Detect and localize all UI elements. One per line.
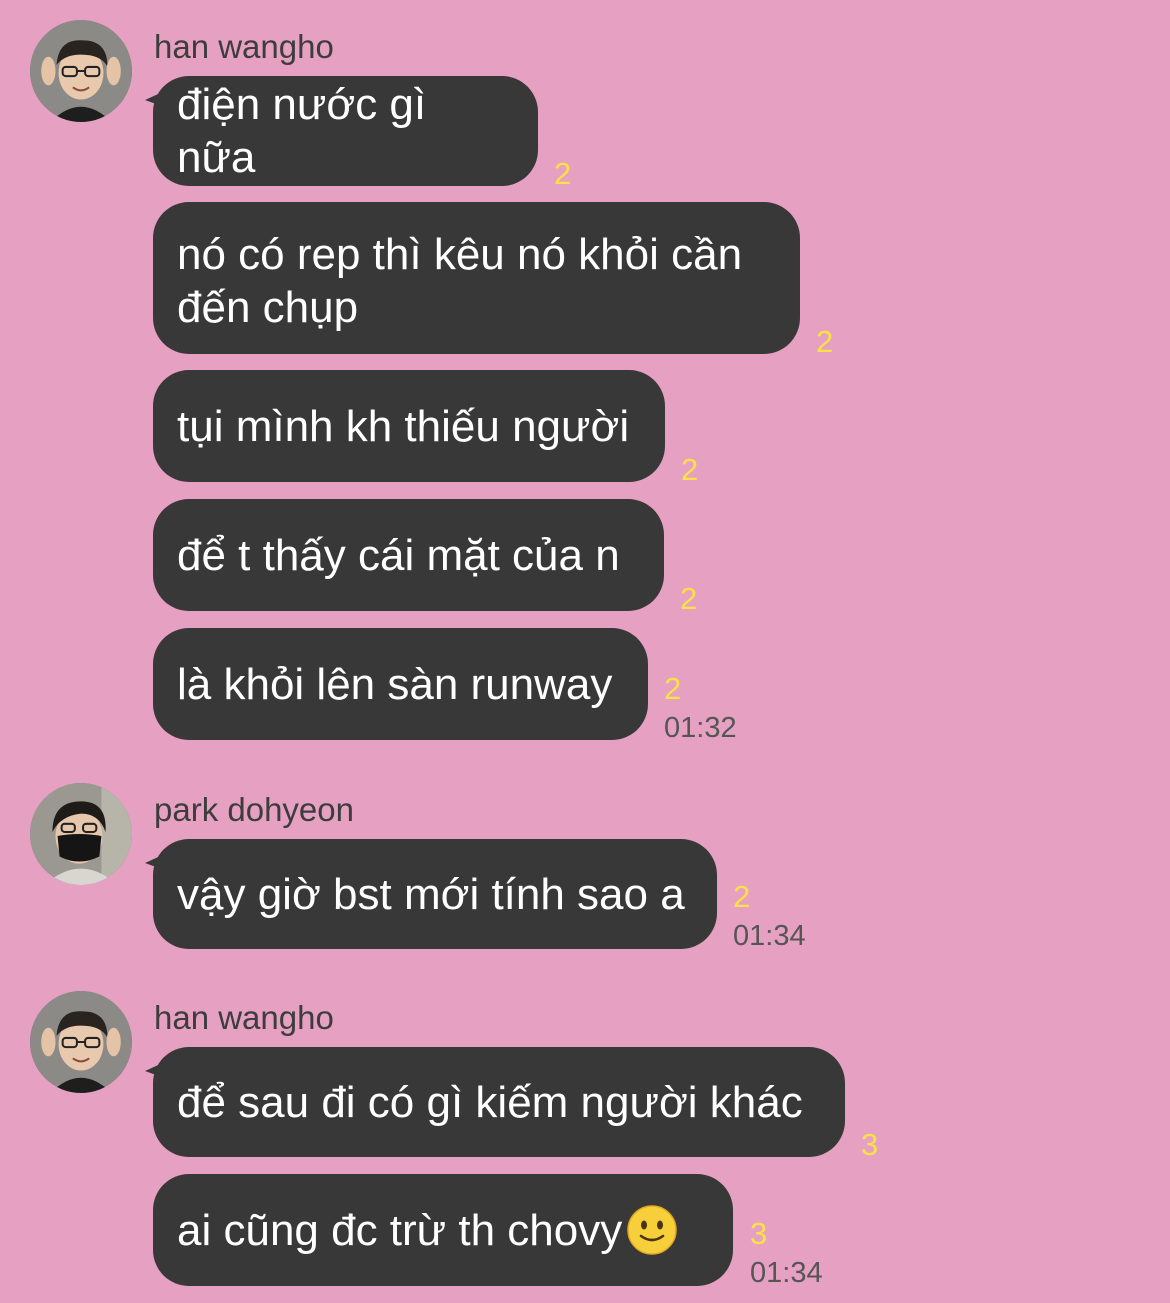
read-count: 2 — [680, 581, 698, 616]
avatar-han-wangho-icon — [30, 991, 132, 1093]
message-text: điện nước gì nữa — [177, 80, 427, 182]
read-count: 3 — [861, 1127, 879, 1162]
message-text: ai cũng đc trừ th chovy — [177, 1205, 623, 1255]
message-text: để sau đi có gì kiếm người khác — [177, 1077, 803, 1127]
avatar[interactable] — [30, 991, 132, 1093]
sender-name: han wangho — [154, 999, 334, 1036]
timestamp: 01:34 — [733, 920, 806, 952]
message-bubble[interactable]: để t thấy cái mặt của n — [153, 499, 664, 611]
message-text: vậy giờ bst mới tính sao a — [177, 869, 685, 919]
message-bubble[interactable]: để sau đi có gì kiếm người khác — [153, 1047, 845, 1157]
slightly-smiling-face-icon — [627, 1205, 677, 1255]
timestamp: 01:32 — [664, 712, 737, 744]
sender-name: park dohyeon — [154, 791, 354, 828]
message-text: nó có rep thì kêu nó khỏi cần đến chụp — [177, 230, 743, 332]
read-count: 3 — [750, 1216, 768, 1251]
message-text: để t thấy cái mặt của n — [177, 530, 620, 580]
read-count: 2 — [554, 156, 572, 191]
avatar[interactable] — [30, 783, 132, 885]
message-bubble[interactable]: tụi mình kh thiếu người — [153, 370, 665, 482]
timestamp: 01:34 — [750, 1257, 823, 1289]
read-count: 2 — [816, 324, 834, 359]
message-bubble[interactable]: là khỏi lên sàn runway — [153, 628, 648, 740]
read-count: 2 — [733, 879, 751, 914]
avatar[interactable] — [30, 20, 132, 122]
message-bubble[interactable]: điện nước gì nữa — [153, 76, 538, 186]
message-bubble[interactable]: vậy giờ bst mới tính sao a — [153, 839, 717, 949]
sender-name: han wangho — [154, 28, 334, 65]
message-text: tụi mình kh thiếu người — [177, 401, 630, 451]
read-count: 2 — [664, 671, 682, 706]
message-text: là khỏi lên sàn runway — [177, 659, 613, 709]
avatar-han-wangho-icon — [30, 20, 132, 122]
avatar-park-dohyeon-icon — [30, 783, 132, 885]
read-count: 2 — [681, 452, 699, 487]
message-bubble[interactable]: ai cũng đc trừ th chovy — [153, 1174, 733, 1286]
message-bubble[interactable]: nó có rep thì kêu nó khỏi cần đến chụp — [153, 202, 800, 354]
